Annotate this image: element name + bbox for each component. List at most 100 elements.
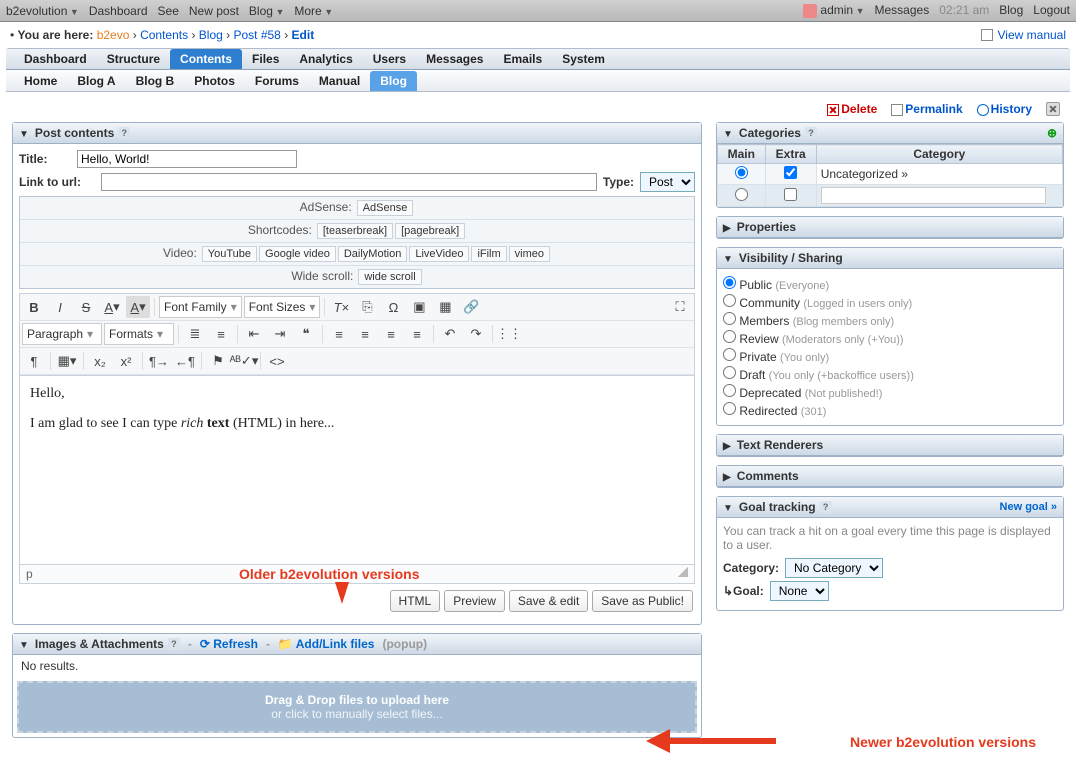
user-menu[interactable]: admin — [803, 3, 864, 18]
justify-icon[interactable]: ≡ — [405, 323, 429, 345]
renderers-panel[interactable]: Text Renderers — [716, 434, 1064, 457]
save-edit-button[interactable]: Save & edit — [509, 590, 588, 612]
addlink-files[interactable]: 📁 Add/Link files — [278, 637, 375, 651]
help-icon[interactable]: ? — [118, 127, 130, 139]
tab-messages[interactable]: Messages — [416, 49, 493, 69]
delete-button[interactable]: Delete — [827, 102, 877, 116]
bgcolor-icon[interactable]: A▾ — [126, 296, 150, 318]
vis-community[interactable]: Community (Logged in users only) — [723, 293, 1057, 311]
fullscreen-icon[interactable]: ⛶ — [668, 296, 692, 318]
tab-files[interactable]: Files — [242, 49, 289, 69]
cat-extra-check[interactable] — [784, 166, 797, 179]
shortcode-button[interactable]: [pagebreak] — [395, 223, 465, 239]
undo-icon[interactable]: ↶ — [438, 323, 462, 345]
adsense-button[interactable]: AdSense — [357, 200, 414, 216]
video-button[interactable]: LiveVideo — [409, 246, 469, 262]
vis-review[interactable]: Review (Moderators only (+You)) — [723, 329, 1057, 347]
tab-users[interactable]: Users — [363, 49, 416, 69]
tab-analytics[interactable]: Analytics — [289, 49, 362, 69]
cat-main-radio[interactable] — [735, 188, 748, 201]
cat-extra-check[interactable] — [784, 188, 797, 201]
top-bloglink[interactable]: Blog — [999, 3, 1023, 17]
vis-private[interactable]: Private (You only) — [723, 347, 1057, 365]
dropzone[interactable]: Drag & Drop files to upload here or clic… — [17, 681, 697, 733]
vis-redirected[interactable]: Redirected (301) — [723, 401, 1057, 419]
alignright-icon[interactable]: ≡ — [379, 323, 403, 345]
cat-name[interactable]: Uncategorized » — [816, 164, 1062, 185]
crumb-b2evo[interactable]: b2evo — [97, 28, 130, 42]
properties-panel[interactable]: Properties — [716, 216, 1064, 239]
subtab-blog[interactable]: Blog — [370, 71, 417, 91]
close-icon[interactable] — [1046, 102, 1060, 116]
video-button[interactable]: YouTube — [202, 246, 257, 262]
goal-category-select[interactable]: No Category — [785, 558, 883, 578]
aligncenter-icon[interactable]: ≡ — [353, 323, 377, 345]
help-icon[interactable]: ? — [168, 638, 180, 650]
subscript-icon[interactable]: x₂ — [88, 350, 112, 372]
formats-select[interactable]: Formats — [104, 323, 174, 345]
textcolor-icon[interactable]: A▾ — [100, 296, 124, 318]
comments-panel[interactable]: Comments — [716, 465, 1064, 488]
indent-icon[interactable]: ⇥ — [268, 323, 292, 345]
tab-dashboard[interactable]: Dashboard — [14, 49, 97, 69]
spellcheck-icon[interactable]: ᴬᴮ✓▾ — [232, 350, 256, 372]
history-button[interactable]: History — [977, 102, 1032, 116]
vis-members[interactable]: Members (Blog members only) — [723, 311, 1057, 329]
add-category-icon[interactable]: ⊕ — [1047, 126, 1057, 140]
subtab-photos[interactable]: Photos — [184, 71, 245, 91]
ltrdir-icon[interactable]: ¶→ — [147, 350, 171, 372]
crumb-post[interactable]: Post #58 — [233, 28, 280, 42]
tableextra-icon[interactable]: ▦▾ — [55, 350, 79, 372]
paragraph-select[interactable]: Paragraph — [22, 323, 102, 345]
morerow-icon[interactable]: ⋮⋮ — [497, 323, 521, 345]
strike-icon[interactable]: S — [74, 296, 98, 318]
specialchar-icon[interactable]: Ω — [381, 296, 405, 318]
ol-icon[interactable]: ≡ — [209, 323, 233, 345]
ul-icon[interactable]: ≣ — [183, 323, 207, 345]
new-goal-link[interactable]: New goal » — [1000, 501, 1057, 513]
widescroll-button[interactable]: wide scroll — [358, 269, 421, 285]
subtab-manual[interactable]: Manual — [309, 71, 370, 91]
top-newpost[interactable]: New post — [189, 4, 239, 18]
refresh-link[interactable]: ⟳ Refresh — [200, 637, 258, 651]
top-logout[interactable]: Logout — [1033, 3, 1070, 17]
clearfmt-icon[interactable]: T× — [329, 296, 353, 318]
preview-button[interactable]: Preview — [444, 590, 505, 612]
video-button[interactable]: iFilm — [471, 246, 506, 262]
code-icon[interactable]: <> — [265, 350, 289, 372]
top-more[interactable]: More — [294, 4, 333, 18]
tab-structure[interactable]: Structure — [97, 49, 170, 69]
anchor-icon[interactable]: ⚑ — [206, 350, 230, 372]
vis-public[interactable]: Public (Everyone) — [723, 275, 1057, 293]
tab-system[interactable]: System — [552, 49, 615, 69]
tab-contents[interactable]: Contents — [170, 49, 242, 69]
crumb-blog[interactable]: Blog — [199, 28, 223, 42]
vis-draft[interactable]: Draft (You only (+backoffice users)) — [723, 365, 1057, 383]
video-button[interactable]: DailyMotion — [338, 246, 407, 262]
image-icon[interactable]: ▣ — [407, 296, 431, 318]
italic-icon[interactable]: I — [48, 296, 72, 318]
top-blog[interactable]: Blog — [249, 4, 284, 18]
subtab-blog-a[interactable]: Blog A — [67, 71, 125, 91]
ltr-icon[interactable]: ¶ — [22, 350, 46, 372]
subtab-forums[interactable]: Forums — [245, 71, 309, 91]
redo-icon[interactable]: ↷ — [464, 323, 488, 345]
type-select[interactable]: Post — [640, 172, 695, 192]
alignleft-icon[interactable]: ≡ — [327, 323, 351, 345]
permalink-button[interactable]: Permalink — [891, 102, 962, 116]
superscript-icon[interactable]: x² — [114, 350, 138, 372]
link-icon[interactable]: 🔗 — [459, 296, 483, 318]
font-size-select[interactable]: Font Sizes — [244, 296, 321, 318]
subtab-home[interactable]: Home — [14, 71, 67, 91]
link-input[interactable] — [101, 173, 597, 191]
subtab-blog-b[interactable]: Blog B — [126, 71, 185, 91]
resize-handle[interactable] — [678, 567, 688, 577]
new-cat-input[interactable] — [821, 187, 1046, 204]
top-dashboard[interactable]: Dashboard — [89, 4, 148, 18]
editor-area[interactable]: Hello, I am glad to see I can type rich … — [19, 375, 695, 565]
tab-emails[interactable]: Emails — [493, 49, 552, 69]
vis-deprecated[interactable]: Deprecated (Not published!) — [723, 383, 1057, 401]
crumb-contents[interactable]: Contents — [140, 28, 188, 42]
help-icon[interactable]: ? — [805, 127, 817, 139]
title-input[interactable] — [77, 150, 297, 168]
